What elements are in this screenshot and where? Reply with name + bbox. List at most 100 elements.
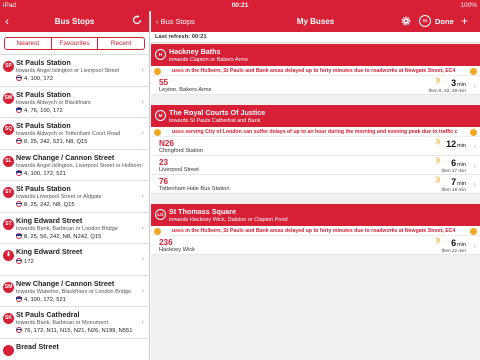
warning-icon (470, 227, 477, 235)
stop-badge: M (155, 110, 166, 121)
tube-roundel-icon (16, 75, 22, 81)
route-number: 76 (159, 177, 169, 186)
tab-favourites[interactable]: Favourites (52, 38, 99, 49)
bus-row[interactable]: 76 Tottenham Hale Bus Station )) 7min th… (151, 175, 480, 194)
bus-row[interactable]: N26 Chingford Station )) 12min › (151, 137, 480, 156)
arrival-minutes: 7min (451, 177, 466, 187)
bus-stop-icon: ⬇ (3, 250, 14, 261)
disruption-alert[interactable]: uses in the Holborn, St Pauls and Bank a… (151, 226, 480, 236)
chevron-right-icon: › (141, 128, 144, 137)
stop-card-header[interactable]: H Hackney Baths towards Clapton or Baker… (151, 44, 480, 66)
tube-roundel-icon (16, 201, 22, 207)
chevron-right-icon: › (141, 159, 144, 169)
stop-item[interactable]: SY St Pauls Station towards Liverpool St… (0, 181, 149, 213)
stop-name: St Pauls Station (16, 184, 71, 193)
live-signal-icon: )) (436, 139, 440, 145)
destination: Liverpool Street (159, 167, 199, 173)
stop-routes: 4, 100, 172, 521 (24, 296, 66, 303)
tab-nearest[interactable]: Nearest (5, 38, 52, 49)
bus-row[interactable]: 23 Liverpool Street )) 6min then 17 min … (151, 156, 480, 175)
stop-name: Bread Street (16, 341, 59, 351)
stop-routes: 8, 25, 242, N8, Q15 (24, 202, 75, 208)
stop-name: New Change / Cannon Street (16, 152, 115, 162)
chevron-right-icon: › (141, 191, 144, 200)
stop-item[interactable]: SQ St Pauls Station towards Aldwych or T… (0, 118, 149, 150)
warning-icon (154, 128, 161, 136)
stop-towards: towards Hackney Wick, Dalston or Clapton… (169, 217, 288, 223)
next-arrivals: then 17 min (441, 168, 467, 173)
stop-item[interactable]: SM New Change / Cannon Street towards Wa… (0, 276, 149, 307)
tab-recent[interactable]: Recent (98, 38, 144, 49)
chevron-right-icon: › (141, 317, 144, 326)
tab-bar: Nearest Favourites Recent (0, 32, 149, 55)
chevron-right-icon: › (473, 142, 476, 151)
page-title: Bus Stops (54, 17, 95, 26)
preference-button[interactable]: 66 (419, 15, 431, 27)
route-number: N26 (159, 139, 175, 148)
disruption-alert[interactable]: uses in the Holborn, St Pauls and Bank a… (151, 66, 480, 76)
next-arrivals: then 18 min (441, 187, 467, 192)
stop-item[interactable]: ST King Edward Street towards Bank, Barb… (0, 213, 149, 244)
chevron-right-icon: › (141, 285, 144, 295)
stop-item[interactable]: Bread Street (0, 339, 149, 360)
warning-icon (470, 67, 477, 75)
tube-roundel-icon (16, 258, 22, 264)
arrival-minutes: 6min (451, 238, 466, 248)
bus-row[interactable]: 236 Hackney Wick )) 6min then 22 min › (151, 236, 480, 255)
stop-badge: SM (3, 281, 14, 293)
chevron-right-icon: › (473, 180, 476, 189)
disruption-alert[interactable]: uses serving City of London can suffer d… (151, 127, 480, 137)
stop-routes: 4, 76, 100, 172 (24, 107, 63, 114)
next-arrivals: then 5, 22, 28 min (428, 88, 466, 93)
warning-icon (154, 227, 161, 235)
stop-item[interactable]: SP St Pauls Station towards Angel Isling… (0, 55, 149, 87)
stop-name: St Pauls Station (16, 89, 71, 99)
stop-name: St Pauls Cathedral (16, 310, 80, 319)
battery-label: 100% (460, 2, 477, 9)
stop-badge: SQ (3, 124, 14, 135)
status-bar: iPad 00:21 100% (0, 0, 480, 11)
tube-roundel-icon (16, 295, 22, 302)
stop-item[interactable]: SW St Pauls Station towards Aldwych or B… (0, 87, 149, 118)
bus-row[interactable]: 55 Leyton, Bakers Arms )) 3min then 5, 2… (151, 76, 480, 95)
stop-card-header[interactable]: LG St Thomass Square towards Hackney Wic… (151, 204, 480, 226)
stop-routes: 8, 25, 242, 521, N8, Q15 (24, 139, 88, 145)
live-signal-icon: )) (436, 78, 440, 84)
stop-routes: 172 (24, 259, 34, 265)
arrival-minutes: 6min (451, 158, 466, 168)
chevron-right-icon: › (141, 65, 144, 74)
done-button[interactable]: Done (435, 11, 454, 32)
stop-badge: SY (3, 187, 14, 198)
refresh-icon[interactable] (131, 14, 143, 26)
gear-icon[interactable] (400, 15, 412, 27)
chevron-right-icon: › (141, 254, 144, 263)
arrival-minutes: 3min (451, 78, 466, 88)
stop-card: H Hackney Baths towards Clapton or Baker… (151, 44, 480, 95)
destination: Tottenham Hale Bus Station (159, 186, 230, 192)
stop-item[interactable]: SK St Pauls Cathedral towards Bank, Barb… (0, 307, 149, 339)
destination: Chingford Station (159, 148, 203, 154)
stop-badge: SW (3, 92, 14, 104)
route-number: 55 (159, 78, 169, 87)
live-signal-icon: )) (436, 238, 440, 244)
stop-towards: towards Aldwych or Blackfriars (16, 99, 91, 106)
live-signal-icon: )) (436, 158, 440, 164)
stop-card-header[interactable]: M The Royal Courts Of Justice towards St… (151, 105, 480, 127)
stop-item[interactable]: ⬇ King Edward Street 172 › (0, 244, 149, 276)
stop-badge: ST (3, 218, 14, 230)
chevron-right-icon: › (141, 222, 144, 232)
stop-badge (3, 344, 14, 356)
stop-towards: towards Angel Islington, Liverpool Stree… (16, 162, 142, 169)
chevron-right-icon: › (473, 81, 476, 90)
plus-icon[interactable]: + (461, 11, 468, 32)
warning-icon (154, 67, 161, 75)
stop-item[interactable]: SL New Change / Cannon Street towards An… (0, 150, 149, 181)
clock: 00:21 (231, 2, 249, 9)
stop-badge: H (155, 49, 166, 60)
stop-towards: towards St Pauls Cathedral and Bank (169, 118, 261, 124)
alert-text: uses in the Holborn, St Pauls and Bank a… (172, 68, 456, 74)
live-signal-icon: )) (436, 177, 440, 183)
next-arrivals: then 22 min (441, 248, 467, 253)
stop-name: King Edward Street (16, 247, 83, 256)
stop-name: St Pauls Station (16, 121, 71, 130)
